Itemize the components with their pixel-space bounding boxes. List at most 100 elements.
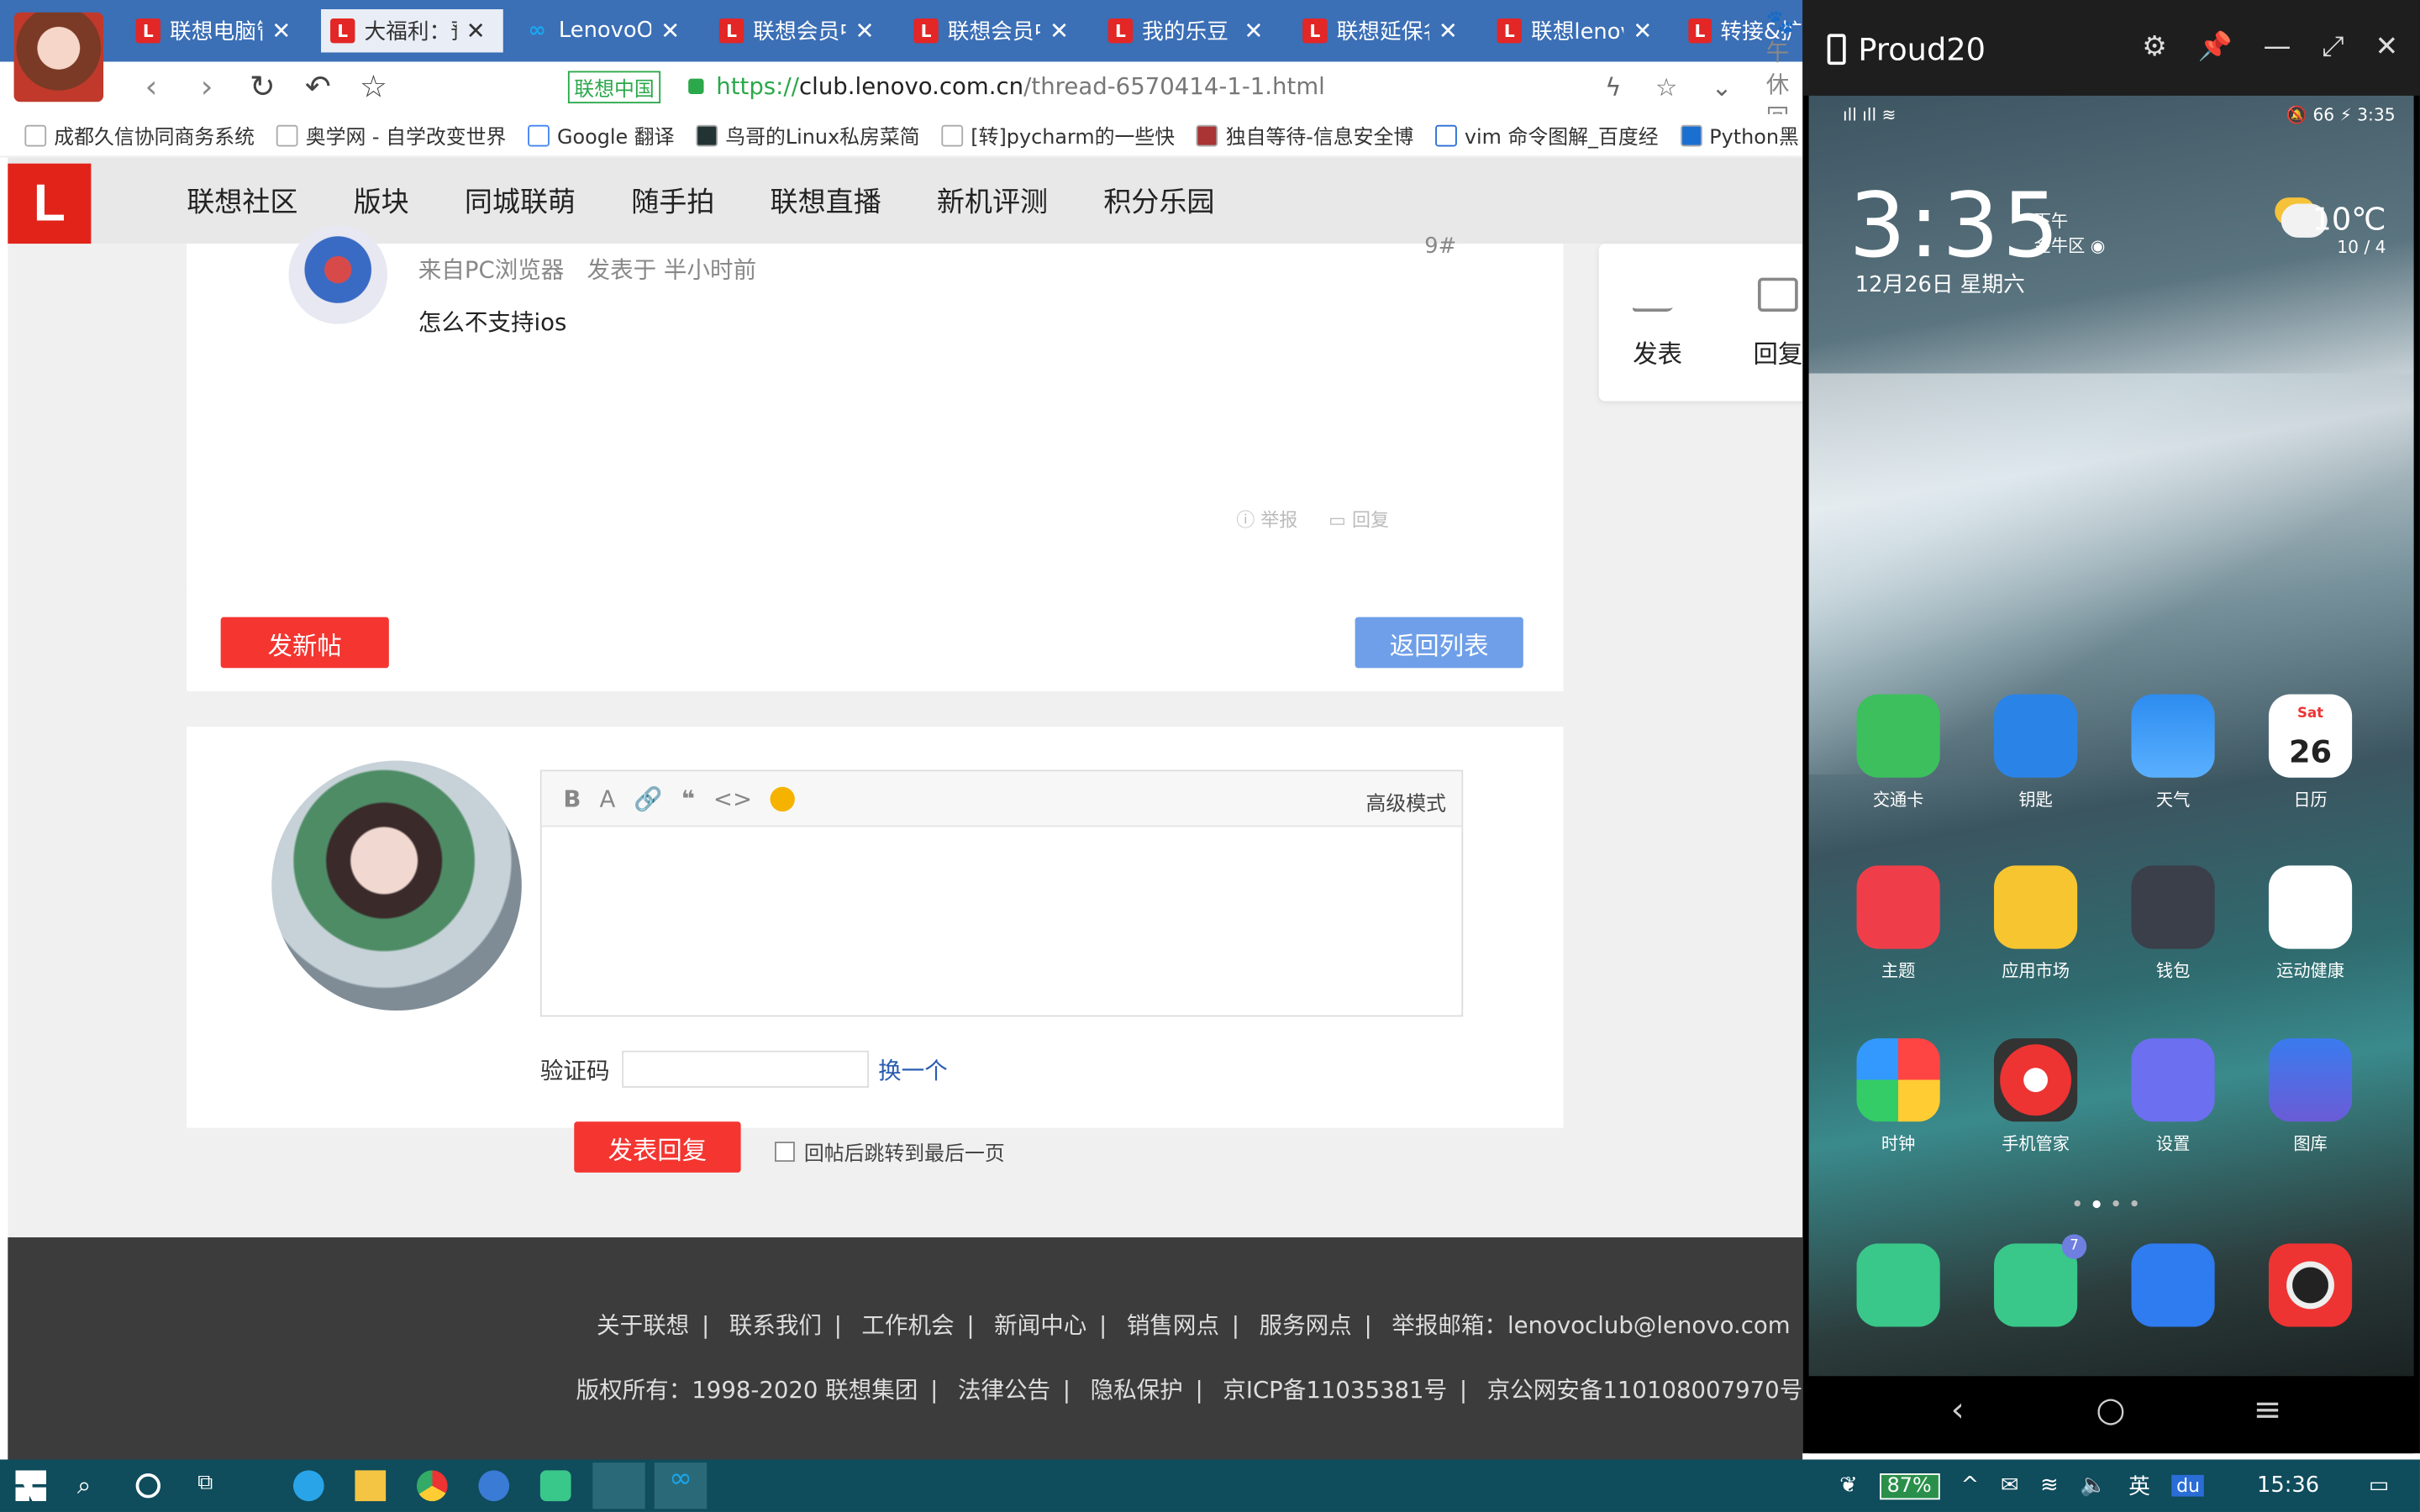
nav-item-community[interactable]: 联想社区 xyxy=(187,181,297,221)
back-icon[interactable]: ‹ xyxy=(124,68,179,105)
bookmark-item[interactable]: Google 翻译 xyxy=(528,120,675,150)
close-icon[interactable]: ✕ xyxy=(1633,17,1652,45)
reply-link[interactable]: ▭ 回复 xyxy=(1328,506,1389,532)
captcha-refresh-link[interactable]: 换一个 xyxy=(878,1053,948,1086)
footer-link-service[interactable]: 服务网点 xyxy=(1260,1311,1352,1339)
tab-4[interactable]: L 联想会员中 ✕ xyxy=(713,9,896,52)
side-reply-button[interactable]: 回复 xyxy=(1753,277,1802,370)
app-clock[interactable]: 时钟 xyxy=(1837,1038,1960,1156)
lenovo-logo[interactable]: L xyxy=(8,163,92,244)
close-icon[interactable]: ✕ xyxy=(2375,31,2399,64)
wifi-icon[interactable]: ≋ xyxy=(2040,1473,2059,1498)
footer-link-about[interactable]: 关于联想 xyxy=(597,1311,689,1339)
footer-link-sales[interactable]: 销售网点 xyxy=(1127,1311,1219,1339)
bold-icon[interactable]: B xyxy=(563,785,581,812)
close-icon[interactable]: ✕ xyxy=(1050,17,1069,45)
side-post-button[interactable]: 发表 xyxy=(1631,277,1684,370)
new-post-button[interactable]: 发新帖 xyxy=(220,617,389,669)
nav-item-live[interactable]: 联想直播 xyxy=(771,181,881,221)
tab-7[interactable]: L 联想延保名 ✕ xyxy=(1297,9,1479,52)
bookmark-item[interactable]: 独自等待-信息安全博 xyxy=(1196,120,1413,150)
close-icon[interactable]: ✕ xyxy=(466,17,486,45)
app-transit-card[interactable]: 交通卡 xyxy=(1837,694,1960,812)
close-icon[interactable]: ✕ xyxy=(1244,17,1263,45)
footer-link-legal[interactable]: 法律公告 xyxy=(958,1376,1050,1404)
advanced-mode-link[interactable]: 高级模式 xyxy=(1365,787,1446,816)
url-field[interactable]: 联想中国 https:// club.lenovo.com.cn /thread… xyxy=(567,68,1325,105)
app-health[interactable]: 运动健康 xyxy=(2249,865,2372,983)
nav-item-city[interactable]: 同城联萌 xyxy=(465,181,576,221)
volume-icon[interactable]: 🔈 xyxy=(2080,1473,2107,1498)
infinity-app-icon[interactable]: ∞ xyxy=(654,1462,708,1509)
minimize-icon[interactable]: — xyxy=(2264,31,2291,64)
link-icon[interactable]: 🔗 xyxy=(634,785,662,812)
footer-link-privacy[interactable]: 隐私保护 xyxy=(1091,1376,1183,1404)
app-gallery[interactable]: 图库 xyxy=(2249,1038,2372,1156)
dock-phone[interactable] xyxy=(1837,1243,1960,1327)
chevron-up-icon[interactable]: ^ xyxy=(1961,1473,1980,1498)
footer-icp[interactable]: 京ICP备11035381号 xyxy=(1223,1376,1447,1404)
folder-icon[interactable] xyxy=(355,1470,387,1502)
app-themes[interactable]: 主题 xyxy=(1837,865,1960,983)
captcha-input[interactable] xyxy=(622,1050,870,1088)
reply-editor[interactable]: B A 🔗 ❝ <> 高级模式 xyxy=(539,769,1464,1017)
back-icon[interactable]: ‹ xyxy=(1951,1392,1965,1431)
code-icon[interactable]: <> xyxy=(713,785,752,812)
tab-5[interactable]: L 联想会员中 ✕ xyxy=(908,9,1090,52)
phone-screen[interactable]: ıll ıll ≋ 🔕 66 ⚡ 3:35 3:35 下午 金牛区 ◉ 12月2… xyxy=(1808,95,2414,1377)
report-link[interactable]: ⓘ 举报 xyxy=(1236,506,1297,532)
footer-police[interactable]: 京公网安备110108007970号 xyxy=(1487,1376,1803,1404)
close-icon[interactable]: ✕ xyxy=(1439,17,1458,45)
close-icon[interactable]: ✕ xyxy=(271,17,291,45)
font-color-icon[interactable]: A xyxy=(599,785,615,812)
close-icon[interactable]: ✕ xyxy=(855,17,875,45)
app-phone-manager[interactable]: 手机管家 xyxy=(1974,1038,2097,1156)
back-to-list-button[interactable]: 返回列表 xyxy=(1355,617,1523,669)
windows-start-icon[interactable] xyxy=(15,1470,47,1502)
footer-link-news[interactable]: 新闻中心 xyxy=(994,1311,1086,1339)
author-avatar[interactable] xyxy=(288,225,388,324)
recents-icon[interactable]: ≡ xyxy=(2254,1392,2282,1431)
undo-icon[interactable]: ↶ xyxy=(290,68,345,105)
star-icon[interactable]: ☆ xyxy=(345,68,401,105)
flash-icon[interactable]: ϟ xyxy=(1605,71,1621,101)
jump-last-checkbox[interactable]: 回帖后跳转到最后一页 xyxy=(775,1137,1005,1167)
app-keys[interactable]: 钥匙 xyxy=(1974,694,2097,812)
bookmark-item[interactable]: vim 命令图解_百度经 xyxy=(1435,120,1659,150)
bookmark-item[interactable]: 鸟哥的Linux私房菜简 xyxy=(696,120,920,150)
emoji-icon[interactable] xyxy=(771,785,796,811)
taskbar-clock[interactable]: 15:36 xyxy=(2257,1473,2319,1498)
tab-3[interactable]: ∞ LenovoOr ✕ xyxy=(518,9,701,52)
message-app-icon[interactable] xyxy=(539,1470,571,1502)
notification-icon[interactable]: ▭ xyxy=(2369,1473,2389,1498)
dock-messages[interactable]: 7 xyxy=(1974,1234,2097,1327)
cortana-icon[interactable] xyxy=(135,1473,161,1499)
wechat-tray-icon[interactable]: ✉ xyxy=(2001,1473,2019,1498)
forward-icon[interactable]: › xyxy=(179,68,234,105)
gear-icon[interactable]: ⚙ xyxy=(2142,31,2167,64)
close-icon[interactable]: ✕ xyxy=(660,17,680,45)
edge-icon[interactable] xyxy=(292,1470,324,1502)
ime-indicator[interactable]: 英 xyxy=(2128,1470,2150,1501)
chevron-down-icon[interactable]: ⌄ xyxy=(1712,71,1733,101)
lenovo-app-icon[interactable] xyxy=(478,1470,510,1502)
bookmark-item[interactable]: [转]pycharm的一些快 xyxy=(941,120,1175,150)
bookmark-item[interactable]: 成都久信协同商务系统 xyxy=(24,120,255,150)
app-wallet[interactable]: 钱包 xyxy=(2112,865,2235,983)
user-avatar[interactable] xyxy=(13,12,104,102)
checkbox[interactable] xyxy=(775,1142,795,1163)
app-settings[interactable]: 设置 xyxy=(2112,1038,2235,1156)
tab-6[interactable]: L 我的乐豆 ✕ xyxy=(1102,9,1284,52)
app-weather[interactable]: 天气 xyxy=(2112,694,2235,812)
tab-8[interactable]: L 联想lenov ✕ xyxy=(1491,9,1673,52)
tab-1[interactable]: L 联想电脑管 ✕ xyxy=(133,9,306,52)
maximize-icon[interactable]: ⤢ xyxy=(2322,31,2344,64)
battery-indicator[interactable]: 87% xyxy=(1879,1473,1939,1499)
bookmark-item[interactable]: Python黑 xyxy=(1680,120,1799,150)
wechat-icon[interactable] xyxy=(592,1462,645,1509)
leaf-icon[interactable]: ❦ xyxy=(1839,1473,1858,1498)
footer-link-contact[interactable]: 联系我们 xyxy=(729,1311,822,1339)
search-icon[interactable]: ⌕ xyxy=(77,1470,108,1501)
task-view-icon[interactable]: ⧉ xyxy=(197,1470,229,1501)
home-icon[interactable]: ○ xyxy=(2096,1392,2125,1431)
